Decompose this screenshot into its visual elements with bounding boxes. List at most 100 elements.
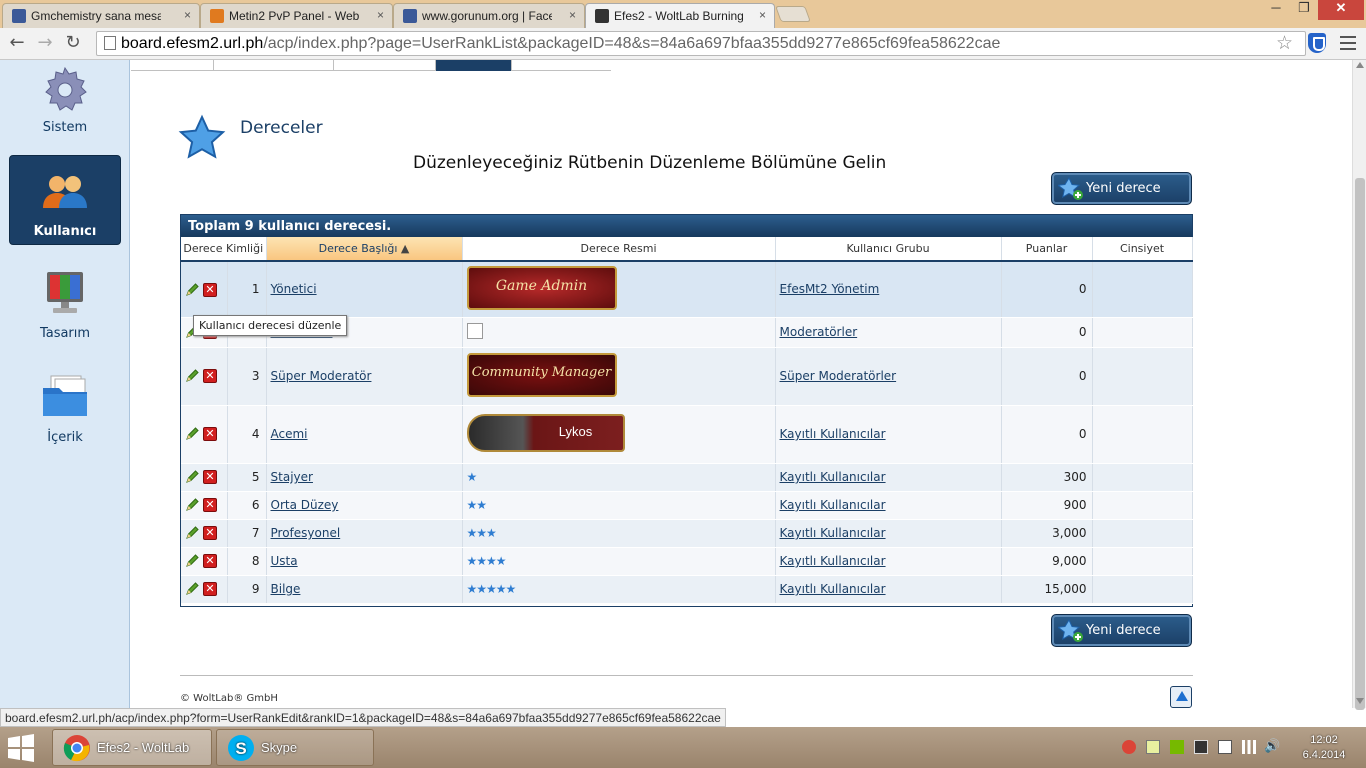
scroll-down-arrow-icon[interactable] xyxy=(1356,698,1364,704)
rank-group-link[interactable]: Kayıtlı Kullanıcılar xyxy=(780,526,886,540)
taskbar-clock[interactable]: 12:02 6.4.2014 xyxy=(1292,733,1356,763)
rank-group-link[interactable]: Kayıtlı Kullanıcılar xyxy=(780,427,886,441)
acp-sidebar: Sistem Kullanıcı Tasarım İçerik xyxy=(0,60,130,708)
delete-x-icon[interactable]: ✕ xyxy=(203,554,217,569)
address-bar[interactable]: board.efesm2.url.ph/acp/index.php?page=U… xyxy=(96,31,1306,56)
chrome-menu-icon[interactable] xyxy=(1340,36,1356,50)
row-actions: ✕ xyxy=(181,519,228,548)
close-tab-icon[interactable]: × xyxy=(377,8,384,22)
delete-x-icon[interactable]: ✕ xyxy=(203,526,217,541)
col-header-id[interactable]: Derece Kimliği xyxy=(181,237,267,262)
close-tab-icon[interactable]: × xyxy=(759,8,766,22)
add-rank-button-top[interactable]: Yeni derece ekle xyxy=(1051,172,1192,227)
rank-group-link[interactable]: Kayıtlı Kullanıcılar xyxy=(780,498,886,512)
col-header-image[interactable]: Derece Resmi xyxy=(462,237,776,262)
tray-app-icon[interactable] xyxy=(1146,740,1160,754)
network-signal-icon[interactable] xyxy=(1242,740,1256,754)
rank-gender xyxy=(1092,463,1193,492)
bookmark-star-icon[interactable]: ☆ xyxy=(1276,32,1293,54)
browser-tab-3[interactable]: www.gorunum.org | Facel × xyxy=(393,3,585,28)
tray-battery-icon[interactable] xyxy=(1194,740,1208,754)
rank-title-cell: Bilge xyxy=(266,575,463,604)
rank-title-link[interactable]: Profesyonel xyxy=(271,526,341,540)
rank-group-link[interactable]: EfesMt2 Yönetim xyxy=(780,282,880,296)
forward-icon[interactable]: → xyxy=(34,32,56,54)
rank-group-cell: Kayıtlı Kullanıcılar xyxy=(775,519,1002,548)
scroll-up-arrow-icon[interactable] xyxy=(1356,62,1364,68)
scroll-to-top-button[interactable] xyxy=(1170,686,1192,708)
browser-tab-1[interactable]: Gmchemistry sana mesaj × xyxy=(2,3,200,28)
monitor-icon xyxy=(47,272,83,313)
edit-pencil-icon[interactable] xyxy=(185,282,199,297)
rank-group-link[interactable]: Kayıtlı Kullanıcılar xyxy=(780,582,886,596)
browser-tab-active[interactable]: Efes2 - WoltLab Burning B × xyxy=(585,3,775,28)
col-header-points[interactable]: Puanlar xyxy=(1001,237,1093,262)
rank-title-link[interactable]: Usta xyxy=(271,554,298,568)
rank-title-link[interactable]: Bilge xyxy=(271,582,301,596)
table-row: ✕ 3 Süper Moderatör Community Manager Sü… xyxy=(181,347,1193,406)
edit-pencil-icon[interactable] xyxy=(185,369,199,383)
facebook-favicon-icon xyxy=(12,9,26,23)
start-button[interactable] xyxy=(4,733,44,763)
add-rank-button-bottom[interactable]: Yeni derece ekle xyxy=(1051,614,1192,669)
reload-icon[interactable]: ↻ xyxy=(62,32,84,54)
col-header-title[interactable]: Derece Başlığı ▲ xyxy=(266,237,463,262)
new-tab-button[interactable] xyxy=(775,6,811,22)
minimize-button[interactable]: ─ xyxy=(1262,0,1290,20)
extension-shield-icon[interactable] xyxy=(1308,33,1326,53)
maximize-button[interactable]: ❐ xyxy=(1290,0,1318,20)
window-close-button[interactable]: ✕ xyxy=(1318,0,1364,20)
delete-x-icon[interactable]: ✕ xyxy=(203,427,217,442)
edit-pencil-icon[interactable] xyxy=(185,427,199,441)
delete-x-icon[interactable]: ✕ xyxy=(203,582,217,597)
rank-title-cell: Yönetici xyxy=(266,261,463,318)
rank-image-cell: Lykos xyxy=(462,405,776,464)
rank-group-link[interactable]: Süper Moderatörler xyxy=(780,369,897,383)
tray-flag-icon[interactable] xyxy=(1218,740,1232,754)
rank-title-link[interactable]: Stajyer xyxy=(271,470,313,484)
rank-image-cell: Game Admin xyxy=(462,261,776,318)
close-tab-icon[interactable]: × xyxy=(184,8,191,22)
rank-title-link[interactable]: Acemi xyxy=(271,427,308,441)
edit-pencil-icon[interactable] xyxy=(185,526,199,540)
rank-group-link[interactable]: Moderatörler xyxy=(780,325,858,339)
delete-x-icon[interactable]: ✕ xyxy=(203,282,217,297)
edit-pencil-icon[interactable] xyxy=(185,470,199,484)
taskbar-item-skype[interactable]: S Skype xyxy=(216,729,374,766)
rank-points: 9,000 xyxy=(1001,547,1093,576)
back-icon[interactable]: ← xyxy=(6,32,28,54)
page-scrollbar[interactable] xyxy=(1352,60,1366,710)
tray-chrome-icon[interactable] xyxy=(1122,740,1136,754)
delete-x-icon[interactable]: ✕ xyxy=(203,498,217,513)
edit-pencil-icon[interactable] xyxy=(185,498,199,512)
rank-group-link[interactable]: Kayıtlı Kullanıcılar xyxy=(780,470,886,484)
rank-group-link[interactable]: Kayıtlı Kullanıcılar xyxy=(780,554,886,568)
table-row: ✕ 7 Profesyonel ★★★ Kayıtlı Kullanıcılar… xyxy=(181,519,1193,548)
rank-title-link[interactable]: Süper Moderatör xyxy=(271,369,372,383)
rank-image-cell: ★★★★ xyxy=(462,547,776,576)
subtab[interactable] xyxy=(333,60,435,71)
sidebar-item-icerik[interactable]: İçerik xyxy=(0,374,130,454)
edit-pencil-icon[interactable] xyxy=(185,582,199,596)
nvidia-icon[interactable] xyxy=(1170,740,1184,754)
sidebar-item-sistem[interactable]: Sistem xyxy=(0,64,130,144)
sidebar-item-tasarim[interactable]: Tasarım xyxy=(0,270,130,350)
subtab[interactable] xyxy=(511,60,611,71)
rank-title-link[interactable]: Orta Düzey xyxy=(271,498,339,512)
browser-tab-2[interactable]: Metin2 PvP Panel - Web × xyxy=(200,3,393,28)
col-header-group[interactable]: Kullanıcı Grubu xyxy=(775,237,1002,262)
rank-title-link[interactable]: Yönetici xyxy=(271,282,317,296)
delete-x-icon[interactable]: ✕ xyxy=(203,470,217,485)
subtab-active[interactable] xyxy=(435,60,511,71)
volume-icon[interactable]: 🔊 xyxy=(1264,740,1280,754)
col-header-gender[interactable]: Cinsiyet xyxy=(1092,237,1193,262)
edit-pencil-icon[interactable] xyxy=(185,554,199,568)
rank-points: 0 xyxy=(1001,261,1093,318)
row-actions: ✕ xyxy=(181,575,228,604)
taskbar-item-chrome[interactable]: Efes2 - WoltLab B... xyxy=(52,729,212,766)
sidebar-item-kullanici[interactable]: Kullanıcı xyxy=(9,155,121,245)
delete-x-icon[interactable]: ✕ xyxy=(203,369,217,384)
subtab[interactable] xyxy=(213,60,333,71)
close-tab-icon[interactable]: × xyxy=(569,8,576,22)
scrollbar-thumb[interactable] xyxy=(1355,178,1365,710)
